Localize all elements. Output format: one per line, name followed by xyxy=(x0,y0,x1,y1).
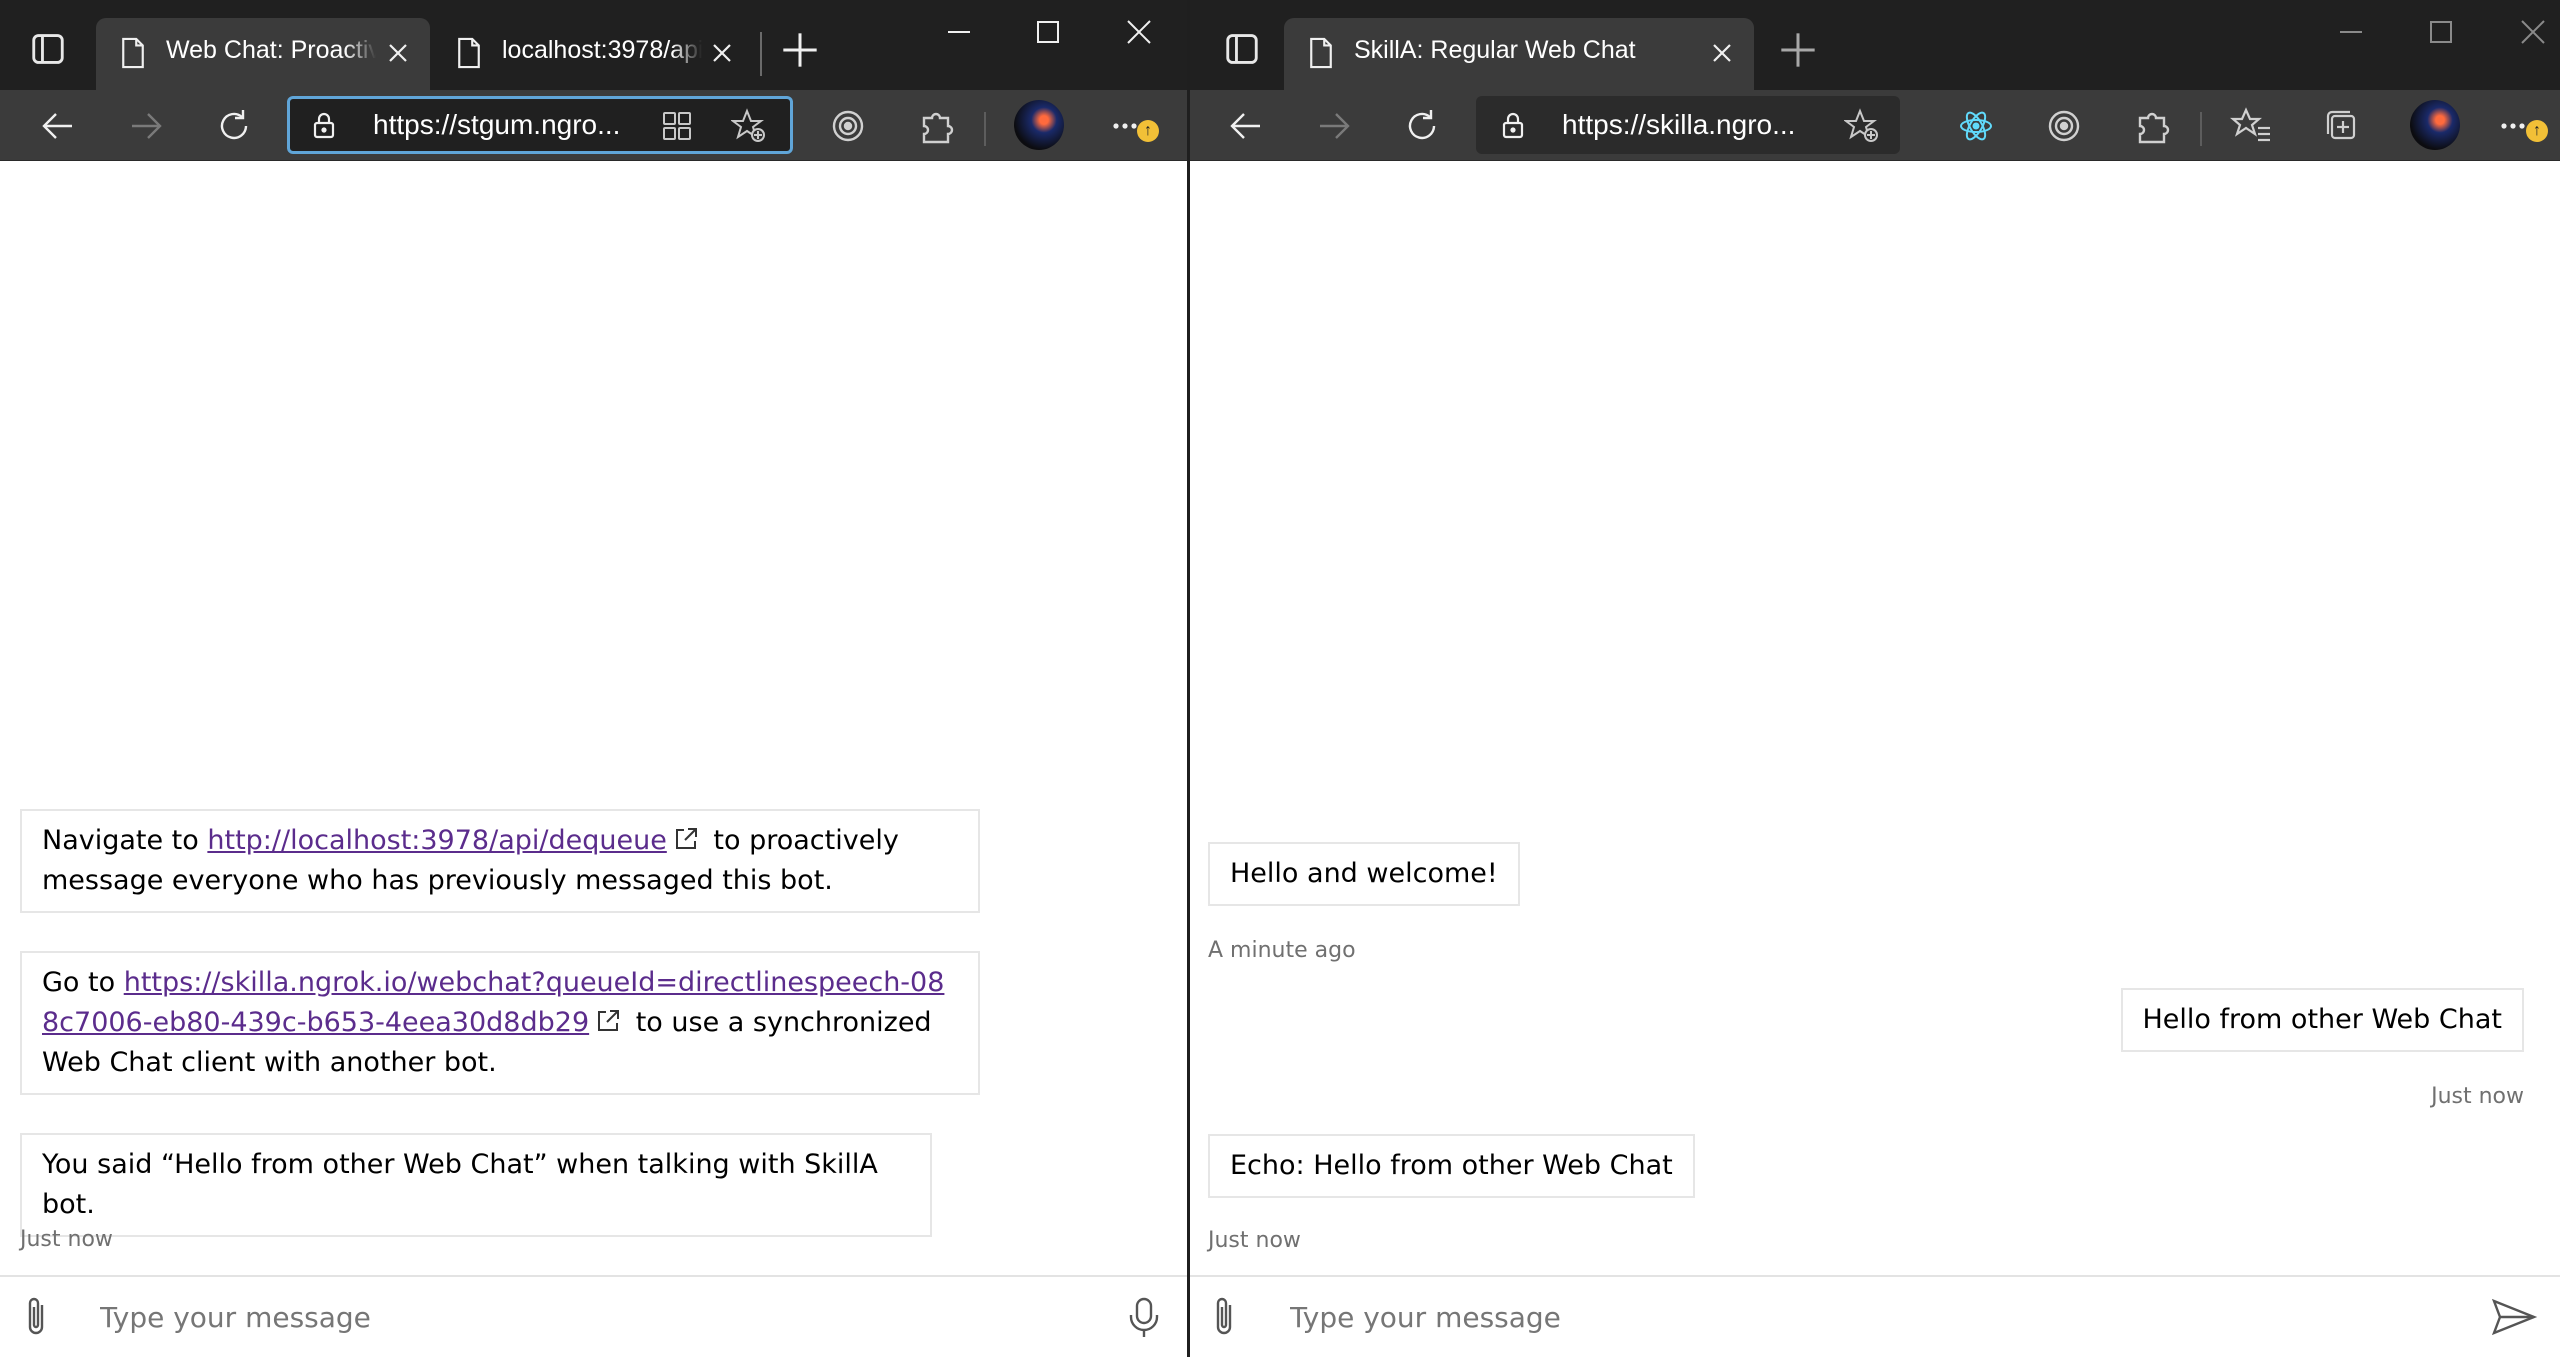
tab-strip: SkillA: Regular Web Chat xyxy=(1190,0,2560,90)
send-box xyxy=(0,1275,1187,1357)
address-bar[interactable]: https://stgum.ngro... xyxy=(287,96,793,154)
bot-message: You said “Hello from other Web Chat” whe… xyxy=(20,1133,932,1237)
back-icon[interactable] xyxy=(1224,104,1268,148)
browser-window-left: Web Chat: Proactive message bot localhos… xyxy=(0,0,1187,1357)
message-text: Hello from other Web Chat xyxy=(2142,1004,2503,1035)
collections-icon[interactable] xyxy=(2318,104,2362,148)
chat-transcript: Hello and welcome! A minute ago Hello fr… xyxy=(1190,161,2560,1277)
message-text: Hello and welcome! xyxy=(1230,858,1498,889)
close-icon[interactable] xyxy=(386,41,410,65)
close-icon[interactable] xyxy=(710,41,734,65)
profile-avatar[interactable] xyxy=(2410,100,2460,150)
add-favorite-icon[interactable] xyxy=(1843,108,1880,144)
tab-actions-icon[interactable] xyxy=(1220,30,1264,68)
message-input[interactable] xyxy=(1290,1295,2390,1339)
lock-icon[interactable] xyxy=(1498,110,1528,140)
target-icon[interactable] xyxy=(2042,104,2086,148)
maximize-icon[interactable] xyxy=(2418,14,2464,50)
bot-message: Echo: Hello from other Web Chat xyxy=(1208,1134,1695,1198)
message-text: Echo: Hello from other Web Chat xyxy=(1230,1150,1673,1181)
tab-title: SkillA: Regular Web Chat xyxy=(1354,36,1636,64)
maximize-icon[interactable] xyxy=(1025,14,1071,50)
timestamp: Just now xyxy=(2431,1084,2524,1109)
message-text: You said “Hello from other Web Chat” whe… xyxy=(42,1149,878,1220)
refresh-icon[interactable] xyxy=(1400,104,1444,148)
add-favorite-icon[interactable] xyxy=(730,108,767,144)
page-icon xyxy=(1308,36,1334,70)
attachment-icon[interactable] xyxy=(22,1295,52,1339)
open-in-new-window-icon xyxy=(598,1010,620,1031)
chat-transcript: Navigate to http://localhost:3978/api/de… xyxy=(0,161,1187,1277)
new-tab-icon[interactable] xyxy=(1778,30,1818,70)
refresh-icon[interactable] xyxy=(212,104,256,148)
open-in-new-window-icon xyxy=(675,828,697,849)
microphone-icon[interactable] xyxy=(1120,1293,1168,1341)
favorites-icon[interactable] xyxy=(2230,104,2274,148)
close-window-icon[interactable] xyxy=(2510,14,2556,50)
forward-icon xyxy=(1312,104,1356,148)
target-icon[interactable] xyxy=(826,104,870,148)
url-text: https://stgum.ngro... xyxy=(373,109,621,140)
toolbar: https://skilla.ngro... ↑ xyxy=(1190,90,2560,161)
timestamp: Just now xyxy=(20,1227,113,1252)
profile-avatar[interactable] xyxy=(1014,100,1064,150)
tab-strip: Web Chat: Proactive message bot localhos… xyxy=(0,0,1187,90)
tab-title: Web Chat: Proactive message bot xyxy=(166,36,376,64)
message-input[interactable] xyxy=(100,1295,1000,1339)
extensions-icon[interactable] xyxy=(914,104,958,148)
tab-title: localhost:3978/api/dequeue xyxy=(502,36,702,64)
close-window-icon[interactable] xyxy=(1116,14,1162,50)
user-message: Hello from other Web Chat xyxy=(2120,988,2524,1052)
attachment-icon[interactable] xyxy=(1210,1295,1240,1339)
dequeue-link[interactable]: http://localhost:3978/api/dequeue xyxy=(207,825,666,856)
close-icon[interactable] xyxy=(1710,41,1734,65)
address-bar[interactable]: https://skilla.ngro... xyxy=(1476,96,1900,154)
react-devtools-icon[interactable] xyxy=(1954,104,1998,148)
send-box xyxy=(1190,1275,2560,1357)
update-icon: ↑ xyxy=(1137,120,1159,142)
bot-message: Go to https://skilla.ngrok.io/webchat?qu… xyxy=(20,951,980,1095)
app-available-icon[interactable] xyxy=(659,108,695,144)
send-icon[interactable] xyxy=(2490,1293,2538,1341)
toolbar-separator xyxy=(2200,112,2202,146)
tab-skilla[interactable]: SkillA: Regular Web Chat xyxy=(1284,18,1754,90)
toolbar: https://stgum.ngro... ↑ xyxy=(0,90,1187,161)
url-text: https://skilla.ngro... xyxy=(1562,109,1796,140)
timestamp: Just now xyxy=(1208,1228,1301,1253)
extensions-icon[interactable] xyxy=(2130,104,2174,148)
message-text: Go to xyxy=(42,967,124,998)
tab-separator xyxy=(760,32,762,76)
lock-icon[interactable] xyxy=(309,110,339,140)
minimize-icon[interactable] xyxy=(936,14,982,50)
back-icon[interactable] xyxy=(36,104,80,148)
bot-message: Hello and welcome! xyxy=(1208,842,1520,906)
message-text: Navigate to xyxy=(42,825,208,856)
tab-web-chat[interactable]: Web Chat: Proactive message bot xyxy=(96,18,430,90)
minimize-icon[interactable] xyxy=(2328,14,2374,50)
browser-window-right: SkillA: Regular Web Chat https://skilla.… xyxy=(1190,0,2560,1357)
timestamp: A minute ago xyxy=(1208,938,1356,963)
tab-actions-icon[interactable] xyxy=(26,30,70,68)
page-icon xyxy=(120,36,146,70)
forward-icon xyxy=(124,104,168,148)
toolbar-separator xyxy=(984,112,986,146)
update-icon: ↑ xyxy=(2526,120,2548,142)
bot-message: Navigate to http://localhost:3978/api/de… xyxy=(20,809,980,913)
new-tab-icon[interactable] xyxy=(780,30,820,70)
page-icon xyxy=(456,36,482,70)
tab-localhost[interactable]: localhost:3978/api/dequeue xyxy=(432,18,754,90)
